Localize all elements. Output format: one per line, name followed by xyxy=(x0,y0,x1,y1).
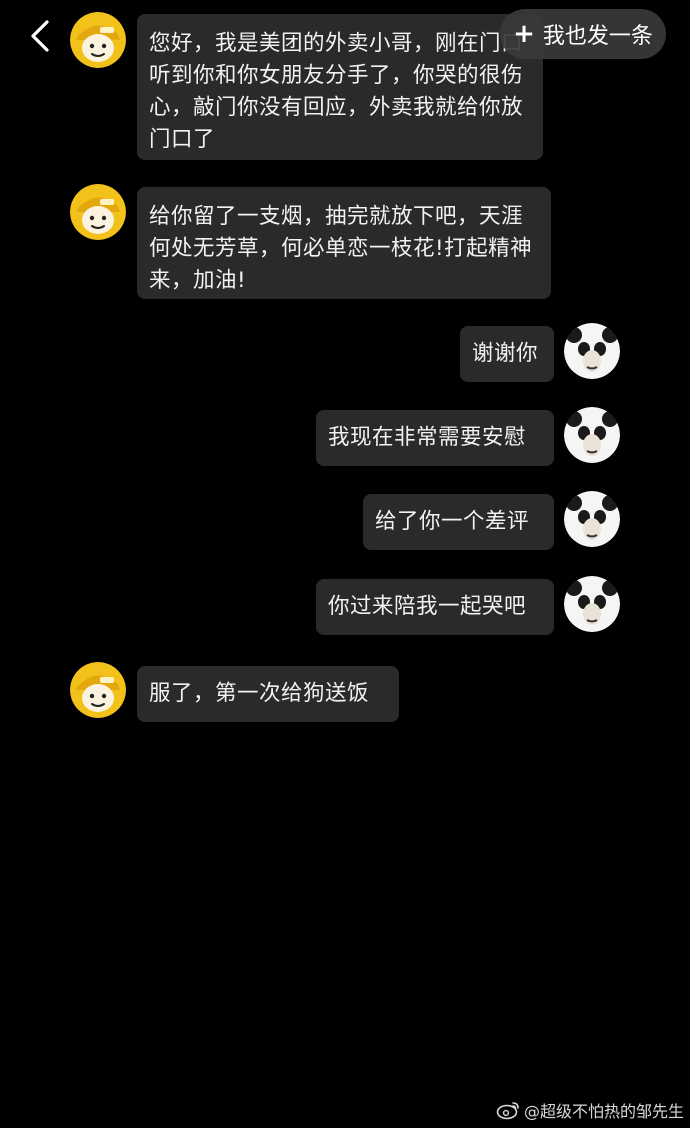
delivery-avatar-icon[interactable] xyxy=(70,184,126,240)
message-bubble: 我现在非常需要安慰 xyxy=(316,410,554,466)
post-one-label: 我也发一条 xyxy=(542,24,653,49)
weibo-logo-icon xyxy=(496,1102,519,1120)
back-arrow-icon xyxy=(31,20,49,52)
plus-icon: + xyxy=(513,19,535,49)
panda-avatar-icon[interactable] xyxy=(564,407,620,463)
message-bubble: 给了你一个差评 xyxy=(363,494,554,550)
panda-avatar-icon[interactable] xyxy=(564,576,620,632)
message-bubble: 您好，我是美团的外卖小哥，刚在门口听到你和你女朋友分手了，你哭的很伤心，敲门你没… xyxy=(137,14,543,160)
post-one-button[interactable]: + 我也发一条 xyxy=(500,9,666,59)
back-button[interactable] xyxy=(22,14,58,58)
message-bubble: 谢谢你 xyxy=(460,326,554,382)
message-bubble: 服了，第一次给狗送饭 xyxy=(137,666,399,722)
watermark-text: @超级不怕热的邹先生 xyxy=(523,1102,684,1121)
watermark: @超级不怕热的邹先生 xyxy=(496,1098,684,1122)
delivery-avatar-icon[interactable] xyxy=(70,12,126,68)
delivery-avatar-icon[interactable] xyxy=(70,662,126,718)
panda-avatar-icon[interactable] xyxy=(564,323,620,379)
message-bubble: 给你留了一支烟，抽完就放下吧，天涯何处无芳草，何必单恋一枝花!打起精神来，加油! xyxy=(137,187,551,299)
panda-avatar-icon[interactable] xyxy=(564,491,620,547)
message-bubble: 你过来陪我一起哭吧 xyxy=(316,579,554,635)
